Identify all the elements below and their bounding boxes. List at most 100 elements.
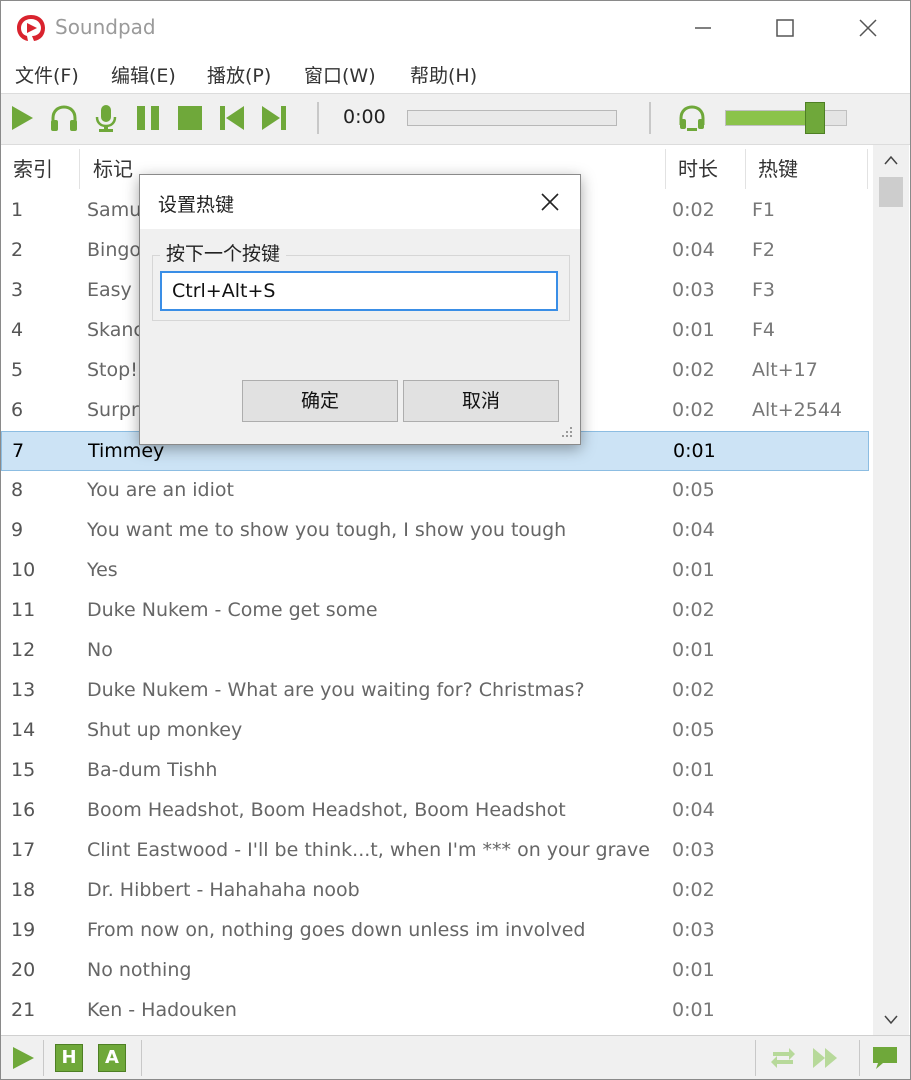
row-duration: 0:01 — [672, 759, 715, 781]
volume-slider[interactable] — [725, 102, 847, 134]
statusbar-separator — [43, 1040, 44, 1076]
table-row[interactable]: 10 Yes 0:01 — [1, 551, 869, 591]
table-row[interactable]: 13 Duke Nukem - What are you waiting for?… — [1, 671, 869, 711]
table-row[interactable]: 8 You are an idiot 0:05 — [1, 471, 869, 511]
row-index: 17 — [11, 839, 36, 861]
table-row[interactable]: 15 Ba-dum Tishh 0:01 — [1, 751, 869, 791]
scrollbar-thumb[interactable] — [879, 177, 903, 207]
row-title: Duke Nukem - What are you waiting for? C… — [87, 679, 585, 701]
table-row[interactable]: 14 Shut up monkey 0:05 — [1, 711, 869, 751]
table-row[interactable]: 12 No 0:01 — [1, 631, 869, 671]
auto-toggle-button[interactable]: A — [98, 1044, 126, 1072]
maximize-button[interactable] — [765, 11, 805, 45]
hotkeys-toggle-button[interactable]: H — [55, 1044, 83, 1072]
headset-icon[interactable] — [677, 103, 707, 133]
table-row[interactable]: 16 Boom Headshot, Boom Headshot, Boom Hea… — [1, 791, 869, 831]
speech-bubble-icon[interactable] — [871, 1044, 899, 1072]
table-row[interactable]: 20 No nothing 0:01 — [1, 951, 869, 991]
previous-icon[interactable] — [217, 103, 247, 133]
row-index: 19 — [11, 919, 36, 941]
chevron-up-icon — [884, 155, 898, 165]
row-duration: 0:01 — [673, 440, 716, 462]
dialog-title: 设置热键 — [158, 194, 235, 216]
soundpad-logo-icon — [17, 15, 45, 41]
microphone-icon[interactable] — [91, 103, 121, 133]
hotkey-input[interactable] — [160, 271, 558, 311]
row-index: 10 — [11, 559, 36, 581]
row-title: Ken - Hadouken — [87, 999, 237, 1021]
repeat-icon[interactable] — [769, 1044, 797, 1072]
column-header-hotkey[interactable]: 热键 — [758, 153, 798, 182]
table-row[interactable]: 18 Dr. Hibbert - Hahahaha noob 0:02 — [1, 871, 869, 911]
row-title: Clint Eastwood - I'll be think...t, when… — [87, 839, 650, 861]
seek-bar[interactable] — [407, 110, 617, 126]
row-index: 2 — [11, 239, 24, 261]
row-duration: 0:05 — [672, 479, 715, 501]
headphones-icon[interactable] — [49, 103, 79, 133]
play-icon[interactable] — [9, 1044, 37, 1072]
toolbar-separator — [317, 102, 319, 134]
row-hotkey: F3 — [752, 279, 776, 301]
row-hotkey: Alt+17 — [752, 359, 818, 381]
column-header-title[interactable]: 标记 — [93, 153, 133, 182]
row-duration: 0:01 — [672, 959, 715, 981]
row-duration: 0:01 — [672, 319, 715, 341]
row-title: Duke Nukem - Come get some — [87, 599, 378, 621]
row-index: 13 — [11, 679, 36, 701]
table-row[interactable]: 11 Duke Nukem - Come get some 0:02 — [1, 591, 869, 631]
next-icon[interactable] — [259, 103, 289, 133]
dialog-close-button[interactable] — [532, 187, 568, 217]
table-row[interactable]: 9 You want me to show you tough, I show y… — [1, 511, 869, 551]
statusbar-separator — [859, 1040, 860, 1076]
volume-slider-thumb[interactable] — [804, 102, 825, 134]
forward-icon[interactable] — [811, 1044, 839, 1072]
time-display: 0:00 — [343, 106, 386, 128]
column-divider[interactable] — [79, 149, 80, 189]
scroll-down-button[interactable] — [873, 1005, 909, 1035]
cancel-button[interactable]: 取消 — [403, 380, 559, 422]
row-duration: 0:01 — [672, 999, 715, 1021]
row-duration: 0:02 — [672, 599, 715, 621]
column-divider[interactable] — [665, 149, 666, 189]
menu-file[interactable]: 文件(F) — [15, 61, 79, 88]
row-hotkey: F2 — [752, 239, 776, 261]
toolbar-separator — [649, 102, 651, 134]
row-index: 16 — [11, 799, 36, 821]
menu-window[interactable]: 窗口(W) — [304, 61, 376, 88]
window-title: Soundpad — [55, 15, 156, 39]
row-duration: 0:04 — [672, 519, 715, 541]
row-index: 6 — [11, 399, 24, 421]
row-title: Yes — [87, 559, 118, 581]
table-row[interactable]: 17 Clint Eastwood - I'll be think...t, wh… — [1, 831, 869, 871]
pause-icon[interactable] — [133, 103, 163, 133]
column-header-index[interactable]: 索引 — [13, 153, 53, 182]
row-hotkey: Alt+2544 — [752, 399, 842, 421]
row-index: 21 — [11, 999, 36, 1021]
table-row[interactable]: 21 Ken - Hadouken 0:01 — [1, 991, 869, 1031]
dialog-title-bar[interactable]: 设置热键 — [140, 175, 580, 229]
scroll-up-button[interactable] — [873, 145, 909, 175]
resize-grip-icon[interactable] — [558, 423, 574, 439]
column-divider[interactable] — [745, 149, 746, 189]
stop-icon[interactable] — [175, 103, 205, 133]
menu-edit[interactable]: 编辑(E) — [111, 61, 176, 88]
row-title: You are an idiot — [87, 479, 234, 501]
column-divider[interactable] — [867, 149, 868, 189]
row-duration: 0:02 — [672, 679, 715, 701]
row-duration: 0:02 — [672, 879, 715, 901]
table-row[interactable]: 19 From now on, nothing goes down unless … — [1, 911, 869, 951]
row-title: No nothing — [87, 959, 192, 981]
row-index: 4 — [11, 319, 24, 341]
row-duration: 0:03 — [672, 839, 715, 861]
minimize-button[interactable] — [683, 11, 723, 45]
vertical-scrollbar[interactable] — [873, 145, 909, 1035]
row-index: 9 — [11, 519, 24, 541]
row-index: 8 — [11, 479, 24, 501]
menu-help[interactable]: 帮助(H) — [410, 61, 477, 88]
menu-playback[interactable]: 播放(P) — [207, 61, 271, 88]
close-button[interactable] — [848, 11, 888, 45]
column-header-duration[interactable]: 时长 — [678, 153, 718, 182]
maximize-icon — [776, 19, 794, 37]
ok-button[interactable]: 确定 — [242, 380, 398, 422]
play-icon[interactable] — [7, 103, 37, 133]
